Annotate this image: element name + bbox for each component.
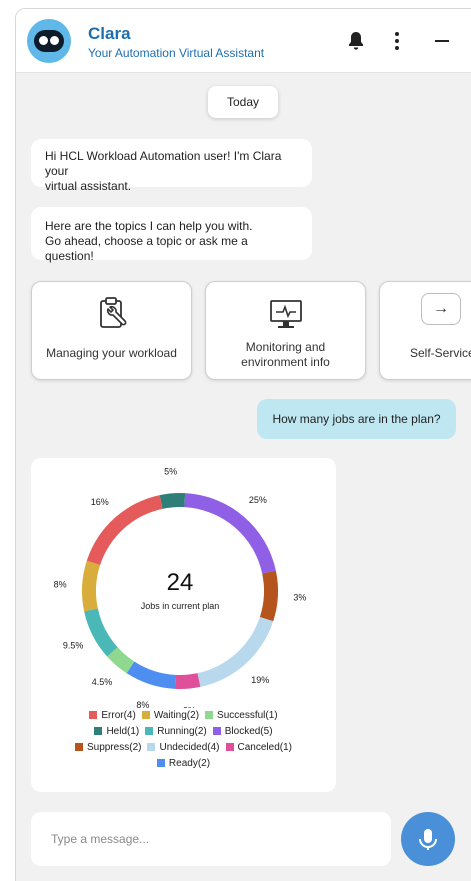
donut-slice-blocked bbox=[184, 493, 276, 574]
clara-avatar bbox=[27, 19, 71, 63]
legend-label: Ready(2) bbox=[168, 758, 211, 769]
legend-item: Held(1) bbox=[94, 724, 139, 740]
legend-label: Successful(1) bbox=[217, 710, 278, 721]
legend-item: Suppress(2) bbox=[75, 740, 141, 756]
minimize-icon[interactable] bbox=[430, 29, 454, 53]
legend-row: Suppress(2) Undecided(4) Canceled(1) bbox=[31, 740, 336, 756]
message-composer bbox=[31, 812, 391, 866]
topic-card-managing-workload[interactable]: Managing your workload bbox=[31, 281, 192, 380]
slice-label-successful: 4.5% bbox=[92, 677, 113, 687]
message-input[interactable] bbox=[51, 812, 371, 866]
donut-center-value: 24 bbox=[167, 569, 194, 596]
donut-slice-canceled bbox=[174, 673, 201, 689]
slice-label-running: 9.5% bbox=[63, 640, 84, 650]
legend-item: Blocked(5) bbox=[212, 724, 273, 740]
user-message: How many jobs are in the plan? bbox=[257, 399, 456, 439]
legend-label: Canceled(1) bbox=[237, 742, 292, 753]
slice-label-suppress: 3% bbox=[293, 592, 306, 602]
legend-item: Canceled(1) bbox=[225, 740, 292, 756]
topic-card-monitoring[interactable]: Monitoring and environment info bbox=[205, 281, 366, 380]
legend-swatch bbox=[94, 727, 103, 735]
topic-label-line-1: Monitoring and bbox=[245, 340, 326, 354]
donut-slice-held bbox=[159, 493, 186, 509]
topic-label: Self-Service bbox=[410, 346, 471, 360]
legend-item: Running(2) bbox=[145, 724, 207, 740]
clipboard-wrench-icon bbox=[99, 297, 126, 328]
legend-swatch bbox=[156, 759, 165, 767]
legend-row: Held(1) Running(2) Blocked(5) bbox=[31, 724, 336, 740]
greeting-line-1: Hi HCL Workload Automation user! I'm Cla… bbox=[45, 149, 282, 178]
header: Clara Your Automation Virtual Assistant bbox=[16, 9, 471, 73]
legend-label: Suppress(2) bbox=[87, 742, 142, 753]
more-vertical-icon[interactable] bbox=[385, 29, 409, 53]
bot-message-greeting: Hi HCL Workload Automation user! I'm Cla… bbox=[31, 139, 312, 193]
legend-swatch bbox=[212, 727, 221, 735]
topics-intro-line-1: Here are the topics I can help you with. bbox=[45, 219, 253, 233]
legend-item: Successful(1) bbox=[205, 708, 278, 724]
topic-label-line-2: environment info bbox=[241, 355, 330, 369]
date-chip: Today bbox=[208, 86, 278, 118]
legend-label: Held(1) bbox=[106, 726, 140, 737]
legend-swatch bbox=[75, 743, 83, 751]
legend-swatch bbox=[145, 727, 154, 735]
slice-label-error: 16% bbox=[91, 497, 109, 507]
carousel-next-button[interactable]: → bbox=[421, 293, 461, 325]
legend-item: Waiting(2) bbox=[141, 708, 200, 724]
chart-legend: Error(4) Waiting(2) Successful(1) Held(1) Ru… bbox=[31, 708, 336, 772]
legend-swatch bbox=[205, 711, 214, 719]
slice-label-waiting: 8% bbox=[54, 580, 67, 590]
donut-slice-running bbox=[84, 608, 118, 657]
slice-label-blocked: 25% bbox=[249, 495, 267, 505]
jobs-donut-chart: 5%25%3%19%2%8%4.5%9.5%8%16%24Jobs in cur… bbox=[54, 466, 307, 708]
donut-center-label: Jobs in current plan bbox=[141, 601, 220, 611]
robot-face-icon bbox=[34, 30, 64, 52]
legend-label: Running(2) bbox=[157, 726, 207, 737]
legend-label: Error(4) bbox=[101, 710, 136, 721]
legend-row: Ready(2) bbox=[31, 756, 336, 772]
donut-slice-suppress bbox=[259, 570, 278, 622]
legend-item: Ready(2) bbox=[156, 756, 211, 772]
legend-item: Error(4) bbox=[89, 708, 136, 724]
legend-label: Blocked(5) bbox=[224, 726, 273, 737]
assistant-subtitle: Your Automation Virtual Assistant bbox=[88, 46, 265, 60]
assistant-name: Clara bbox=[88, 24, 131, 43]
chat-window: Clara Your Automation Virtual Assistant … bbox=[15, 8, 471, 881]
donut-slice-waiting bbox=[82, 560, 101, 612]
legend-label: Undecided(4) bbox=[159, 742, 220, 753]
legend-row: Error(4) Waiting(2) Successful(1) bbox=[31, 708, 336, 724]
greeting-line-2: virtual assistant. bbox=[45, 179, 132, 193]
mic-button[interactable] bbox=[401, 812, 455, 866]
legend-item: Undecided(4) bbox=[147, 740, 220, 756]
legend-swatch bbox=[147, 743, 156, 751]
donut-slice-ready bbox=[126, 661, 176, 689]
slice-label-ready: 8% bbox=[136, 700, 149, 708]
legend-swatch bbox=[141, 711, 150, 719]
monitor-pulse-icon bbox=[269, 300, 302, 328]
bell-icon[interactable] bbox=[344, 29, 368, 53]
topics-intro-line-2: Go ahead, choose a topic or ask me a que… bbox=[45, 234, 248, 263]
jobs-donut-chart-card: 5%25%3%19%2%8%4.5%9.5%8%16%24Jobs in cur… bbox=[31, 458, 336, 792]
legend-label: Waiting(2) bbox=[153, 710, 200, 721]
bot-message-topics: Here are the topics I can help you with.… bbox=[31, 207, 312, 263]
microphone-icon bbox=[419, 829, 437, 850]
topic-label: Managing your workload bbox=[46, 346, 177, 360]
slice-label-undecided: 19% bbox=[251, 675, 269, 685]
slice-label-held: 5% bbox=[164, 466, 177, 476]
legend-swatch bbox=[225, 743, 234, 751]
legend-swatch bbox=[89, 711, 98, 719]
